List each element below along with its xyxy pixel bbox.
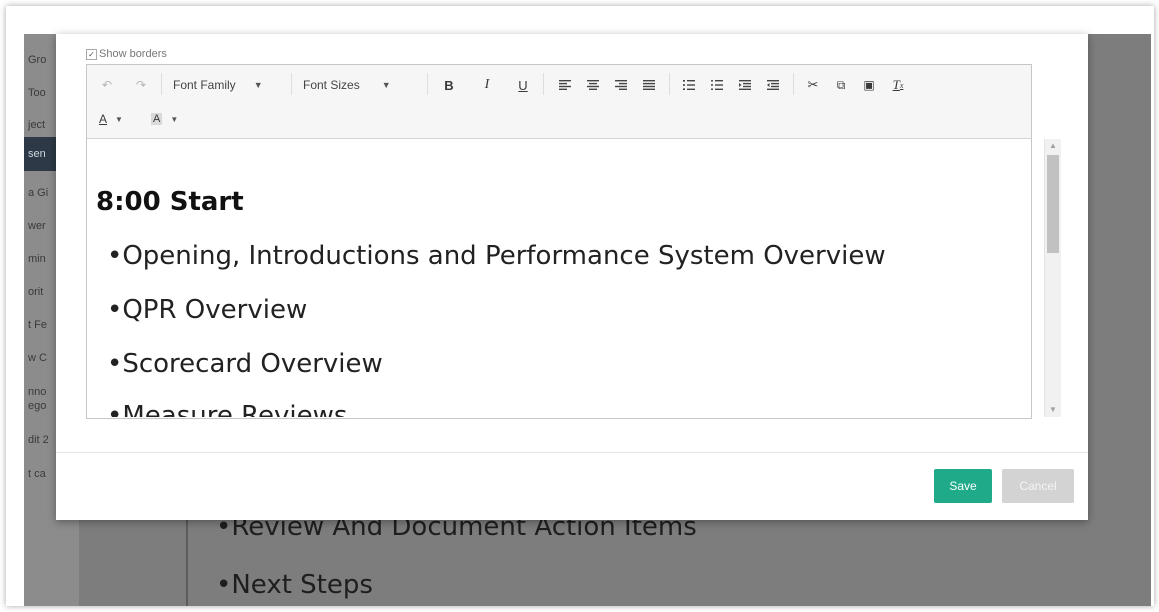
italic-button[interactable]: I <box>477 75 497 95</box>
toolbar-separator <box>161 73 162 95</box>
toolbar-separator <box>291 73 292 95</box>
indent-icon[interactable] <box>735 75 755 95</box>
content-bullet: •QPR Overview <box>107 295 308 325</box>
sidebar-item: a Gi <box>28 187 49 199</box>
background-divider <box>186 520 188 606</box>
content-heading: 8:00 Start <box>96 187 244 217</box>
font-size-select[interactable]: Font Sizes ▼ <box>303 75 391 95</box>
align-left-icon[interactable] <box>555 75 575 95</box>
sidebar-item: nno <box>28 386 47 398</box>
align-right-icon[interactable] <box>611 75 631 95</box>
toolbar-separator <box>427 73 428 95</box>
text-color-button[interactable]: A ▼ <box>99 109 123 129</box>
chevron-down-icon: ▼ <box>170 114 179 124</box>
sidebar-item: Gro <box>28 54 47 66</box>
sidebar-item: min <box>28 253 46 265</box>
sidebar-item: dit 2 <box>28 434 49 446</box>
scrollbar-thumb[interactable] <box>1047 155 1059 253</box>
sidebar-item: ego <box>28 400 47 412</box>
chevron-down-icon: ▼ <box>115 114 123 124</box>
background-color-label: A <box>151 113 163 125</box>
app-window: Gro Too ject sen a Gi wer min orit t Fe … <box>6 6 1154 606</box>
underline-button[interactable]: U <box>513 75 533 95</box>
show-borders-toggle[interactable]: ✓ Show borders <box>86 48 167 60</box>
content-bullet: •Scorecard Overview <box>107 349 383 379</box>
redo-icon[interactable]: ↷ <box>131 75 151 95</box>
sidebar-item: ject <box>28 119 46 131</box>
sidebar-item: orit <box>28 286 44 298</box>
toolbar-separator <box>793 73 794 95</box>
font-family-label: Font Family <box>173 78 236 92</box>
show-borders-label: Show borders <box>99 48 167 60</box>
dialog-footer-divider <box>56 452 1088 453</box>
editor-scrollbar[interactable]: ▲ ▼ <box>1044 139 1061 417</box>
outdent-icon[interactable] <box>763 75 783 95</box>
sidebar-item: w C <box>28 352 47 364</box>
bullet-list-icon[interactable] <box>707 75 727 95</box>
align-justify-icon[interactable] <box>639 75 659 95</box>
sidebar-item: Too <box>28 87 46 99</box>
sidebar-item: t Fe <box>28 319 47 331</box>
editor-toolbar: ↶ ↷ Font Family ▼ Font Sizes ▼ B I U ✂ ⧉… <box>87 65 1031 139</box>
copy-icon[interactable]: ⧉ <box>831 75 851 95</box>
checkbox-icon[interactable]: ✓ <box>86 48 97 60</box>
font-family-select[interactable]: Font Family ▼ <box>173 75 263 95</box>
chevron-down-icon: ▼ <box>381 80 391 90</box>
undo-icon[interactable]: ↶ <box>97 75 117 95</box>
bold-button[interactable]: B <box>439 75 459 95</box>
toolbar-separator <box>669 73 670 95</box>
toolbar-separator <box>543 73 544 95</box>
sidebar-item: wer <box>28 220 46 232</box>
content-bullet: •Measure Reviews <box>107 401 348 417</box>
scroll-down-icon[interactable]: ▼ <box>1045 403 1061 417</box>
cancel-button[interactable]: Cancel <box>1002 469 1074 503</box>
background-text-line: •Next Steps <box>216 570 373 600</box>
background-color-button[interactable]: A ▼ <box>151 109 178 129</box>
edit-dialog: ✓ Show borders ↶ ↷ Font Family ▼ Font Si… <box>56 34 1088 520</box>
font-sizes-label: Font Sizes <box>303 78 360 92</box>
editor-content[interactable]: 8:00 Start •Opening, Introductions and P… <box>87 139 1043 417</box>
rich-text-editor: ↶ ↷ Font Family ▼ Font Sizes ▼ B I U ✂ ⧉… <box>86 64 1061 419</box>
sidebar-item: t ca <box>28 468 46 480</box>
cut-icon[interactable]: ✂ <box>803 75 823 95</box>
clear-formatting-icon[interactable]: Tx <box>887 75 909 95</box>
save-button[interactable]: Save <box>934 469 992 503</box>
text-color-label: A <box>99 112 108 126</box>
chevron-down-icon: ▼ <box>253 80 263 90</box>
align-center-icon[interactable] <box>583 75 603 95</box>
paste-icon[interactable]: ▣ <box>859 75 879 95</box>
scroll-up-icon[interactable]: ▲ <box>1045 139 1061 153</box>
numbered-list-icon[interactable] <box>679 75 699 95</box>
content-bullet: •Opening, Introductions and Performance … <box>107 241 886 271</box>
